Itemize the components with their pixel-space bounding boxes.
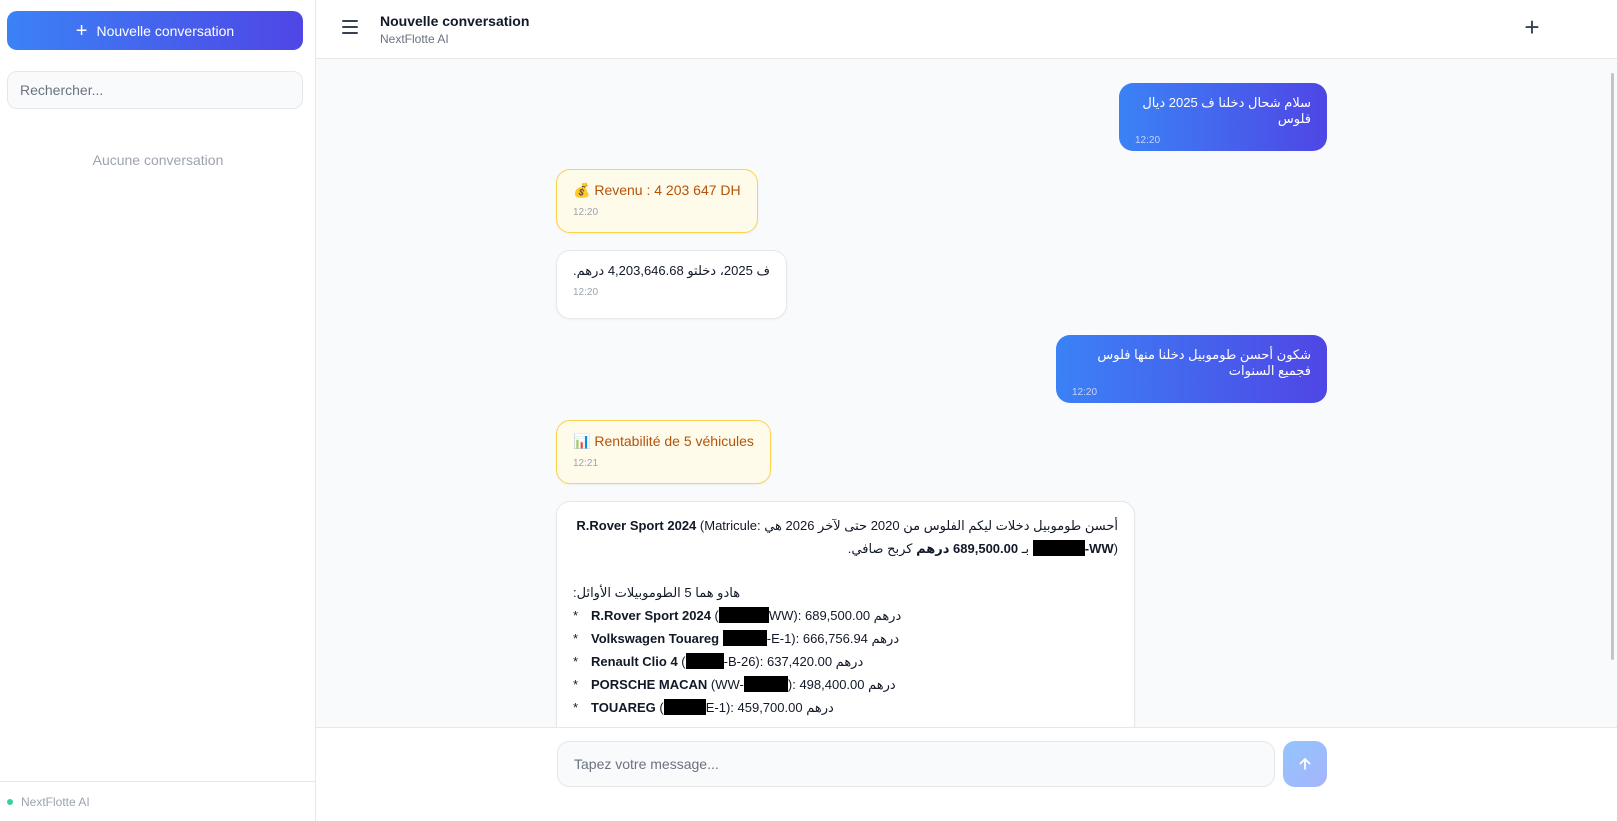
list-item: * Renault Clio 4 ( -B-26): 637,420.00 دره…: [573, 650, 1118, 673]
plate-prefix: (WW-: [707, 677, 744, 692]
message-input[interactable]: [557, 741, 1275, 787]
vehicle-name: Renault Clio 4: [591, 654, 678, 669]
vehicle-revenue: : 498,400.00 درهم: [792, 677, 896, 692]
page-subtitle: NextFlotte AI: [380, 32, 449, 46]
message-time: 12:20: [573, 287, 599, 298]
bullet: *: [573, 700, 579, 715]
plus-icon: +: [75, 19, 88, 42]
message-composer: [316, 727, 1617, 821]
plate-prefix: (: [677, 654, 686, 669]
message-time: 12:20: [1072, 387, 1098, 398]
vehicle-name: R.Rover Sport 2024: [576, 518, 697, 533]
chat-header: Nouvelle conversation NextFlotte AI +: [316, 0, 1617, 59]
redacted-plate: [722, 630, 767, 646]
sidebar: + Nouvelle conversation Aucune conversat…: [0, 0, 316, 821]
vehicle-revenue: : 689,500.00 درهم: [797, 608, 902, 623]
footer-label: NextFlotte AI: [21, 794, 90, 809]
new-conversation-label: Nouvelle conversation: [96, 22, 235, 39]
message-text: سلام شحال دخلنا ف 2025 ديال فلوس: [1142, 95, 1311, 126]
message-time: 12:20: [573, 207, 599, 218]
money-bag-icon: 💰: [573, 182, 591, 198]
page-title: Nouvelle conversation: [380, 13, 530, 29]
empty-conversations-text: Aucune conversation: [92, 152, 224, 168]
list-item: * R.Rover Sport 2024 ( WW): 689,500.00 در…: [573, 604, 1118, 627]
assistant-message: أحسن طوموبيل دخلات ليكم الفلوس من 2020 ح…: [556, 501, 1135, 727]
intro-text: أحسن طوموبيل دخلات ليكم الفلوس من 2020 ح…: [760, 518, 1118, 533]
bullet: *: [573, 608, 579, 623]
message-text: شكون أحسن طوموبيل دخلنا منها فلوس فجميع …: [1097, 347, 1311, 378]
search-input[interactable]: [7, 71, 303, 109]
message-time: 12:21: [573, 458, 599, 469]
list-item: * Volkswagen Touareg -E-1): 666,756.94 د…: [573, 627, 1118, 650]
status-dot-icon: [7, 798, 13, 805]
redacted-plate: [743, 676, 788, 692]
redacted-plate: [663, 699, 706, 715]
vehicle-revenue: : 666,756.94 درهم: [795, 631, 900, 646]
plate-prefix: (: [710, 608, 719, 623]
plate-suffix: -E-1): [766, 631, 796, 646]
new-chat-plus-icon[interactable]: +: [1521, 14, 1543, 40]
list-title: هادو هما 5 الطوموبيلات الأوائل:: [573, 585, 741, 600]
plate-suffix: WW): [768, 608, 798, 623]
assistant-message: ف 2025، دخلتو 4,203,646.68 درهم. 12:20: [556, 250, 787, 319]
bar-chart-icon: 📊: [573, 433, 591, 449]
new-conversation-button[interactable]: + Nouvelle conversation: [7, 11, 303, 50]
intro-text: كربح صافي.: [847, 541, 917, 556]
vehicle-name: PORSCHE MACAN: [591, 677, 708, 692]
vehicle-name: R.Rover Sport 2024: [591, 608, 711, 623]
message-text: Rentabilité de 5 véhicules: [594, 433, 754, 449]
intro-text: (Matricule:: [696, 518, 761, 533]
vehicle-name: TOUAREG: [591, 700, 656, 715]
redacted-plate: [1032, 540, 1085, 556]
plate-suffix: E-1): [705, 700, 731, 715]
plate-prefix: (: [655, 700, 664, 715]
sidebar-footer: NextFlotte AI: [0, 781, 316, 821]
amount: 689,500.00 درهم: [916, 541, 1019, 556]
send-button[interactable]: [1283, 741, 1327, 787]
user-message: سلام شحال دخلنا ف 2025 ديال فلوس 12:20: [1119, 83, 1327, 151]
bullet: *: [573, 654, 579, 669]
arrow-up-icon: [1299, 758, 1311, 770]
message-list: سلام شحال دخلنا ف 2025 ديال فلوس 12:20 💰…: [316, 59, 1617, 727]
vehicle-revenue: : 637,420.00 درهم: [759, 654, 864, 669]
user-message: شكون أحسن طوموبيل دخلنا منها فلوس فجميع …: [1056, 335, 1327, 403]
bullet: *: [573, 677, 579, 692]
bullet: *: [573, 631, 579, 646]
plate-suffix: -B-26): [723, 654, 760, 669]
list-item: * TOUAREG ( E-1): 459,700.00 درهم: [573, 696, 1118, 719]
scrollbar[interactable]: [1611, 73, 1614, 660]
hamburger-menu-icon[interactable]: [342, 20, 358, 36]
plate-suffix: -WW: [1084, 541, 1114, 556]
redacted-plate: [685, 653, 724, 669]
list-item: * PORSCHE MACAN (WW-): 498,400.00 درهم: [573, 673, 1118, 696]
message-time: 12:20: [1135, 135, 1161, 146]
message-text: ف 2025، دخلتو 4,203,646.68 درهم.: [573, 263, 770, 278]
status-message: 💰 Revenu : 4 203 647 DH 12:20: [556, 169, 758, 233]
answer-intro: أحسن طوموبيل دخلات ليكم الفلوس من 2020 ح…: [573, 514, 1118, 560]
status-message: 📊 Rentabilité de 5 véhicules 12:21: [556, 420, 771, 484]
vehicle-name: Volkswagen Touareg: [591, 631, 720, 646]
redacted-plate: [718, 607, 769, 623]
message-text: Revenu : 4 203 647 DH: [594, 182, 741, 198]
vehicle-revenue: : 459,700.00 درهم: [730, 700, 834, 715]
